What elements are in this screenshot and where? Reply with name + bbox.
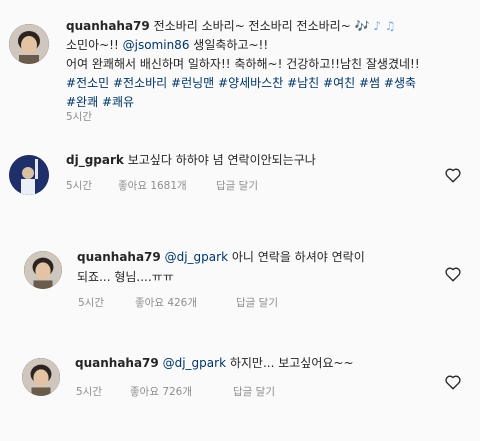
comment-3-time[interactable]: 5시간: [76, 384, 102, 399]
comment-1-time[interactable]: 5시간: [66, 178, 92, 193]
comment-3-mention[interactable]: @dj_gpark: [163, 356, 226, 370]
comment-3-username[interactable]: quanhaha79: [75, 356, 159, 370]
comment-2-mention[interactable]: @dj_gpark: [165, 250, 228, 264]
post-avatar[interactable]: [9, 24, 49, 64]
comment-3-reply-button[interactable]: 답글 달기: [233, 384, 275, 399]
comment-2-time[interactable]: 5시간: [78, 295, 104, 310]
comment-3-text: 하지만... 보고싶어요~~: [229, 356, 354, 370]
comment-2-text-1: 아니 연락을 하셔야 연락이: [231, 250, 365, 264]
comment-1-text: 보고싶다 하하야 념 연락이안되는구나: [127, 153, 316, 167]
post-time[interactable]: 5시간: [66, 109, 92, 124]
comment-2-text-2: 되죠... 형님....ㅠㅠ: [77, 270, 174, 284]
comment-1-username[interactable]: dj_gpark: [66, 153, 124, 167]
comment-avatar[interactable]: [9, 155, 49, 195]
heart-icon[interactable]: [444, 265, 462, 283]
comment-2-text-line1: quanhaha79 @dj_gpark 아니 연락을 하셔야 연락이: [77, 247, 365, 267]
comment-1-likes[interactable]: 좋아요 1681개: [118, 178, 187, 193]
heart-icon[interactable]: [444, 166, 462, 184]
music-emoji: 🎶 ♪ ♫: [354, 19, 396, 33]
post-username[interactable]: quanhaha79: [66, 19, 150, 33]
reply-avatar[interactable]: [24, 251, 62, 289]
comment-3-likes[interactable]: 좋아요 726개: [130, 384, 192, 399]
post-caption-line1: 전소바리 소바리~ 전소바리 전소바리~: [153, 19, 351, 33]
post-caption: quanhaha79 전소바리 소바리~ 전소바리 전소바리~ 🎶 ♪ ♫ 소민…: [66, 16, 476, 126]
post-caption-line3: 어여 완쾌해서 배신하며 일하자!! 축하해~! 건강하고!!남친 잘생겼네!!: [66, 57, 420, 71]
comment-2-likes[interactable]: 좋아요 426개: [135, 295, 197, 310]
post-caption-line2-post: 생일축하고~!!: [193, 38, 269, 52]
post-hashtags-line1[interactable]: #전소민 #전소바리 #런닝맨 #양세바스찬 #남친 #여친 #썸 #생축: [66, 73, 416, 93]
comment-3-text-line: quanhaha79 @dj_gpark 하지만... 보고싶어요~~: [75, 353, 354, 373]
heart-icon[interactable]: [444, 373, 462, 391]
mention-link-jsomin86[interactable]: @jsomin86: [123, 38, 190, 52]
comment-2-reply-button[interactable]: 답글 달기: [236, 295, 278, 310]
comment-1-text-line: dj_gpark 보고싶다 하하야 념 연락이안되는구나: [66, 150, 316, 170]
comment-3-avatar[interactable]: [22, 358, 60, 396]
comment-1-reply-button[interactable]: 답글 달기: [216, 178, 258, 193]
post-caption-line2-pre: 소민아~!!: [66, 38, 119, 52]
comment-2-username[interactable]: quanhaha79: [77, 250, 161, 264]
